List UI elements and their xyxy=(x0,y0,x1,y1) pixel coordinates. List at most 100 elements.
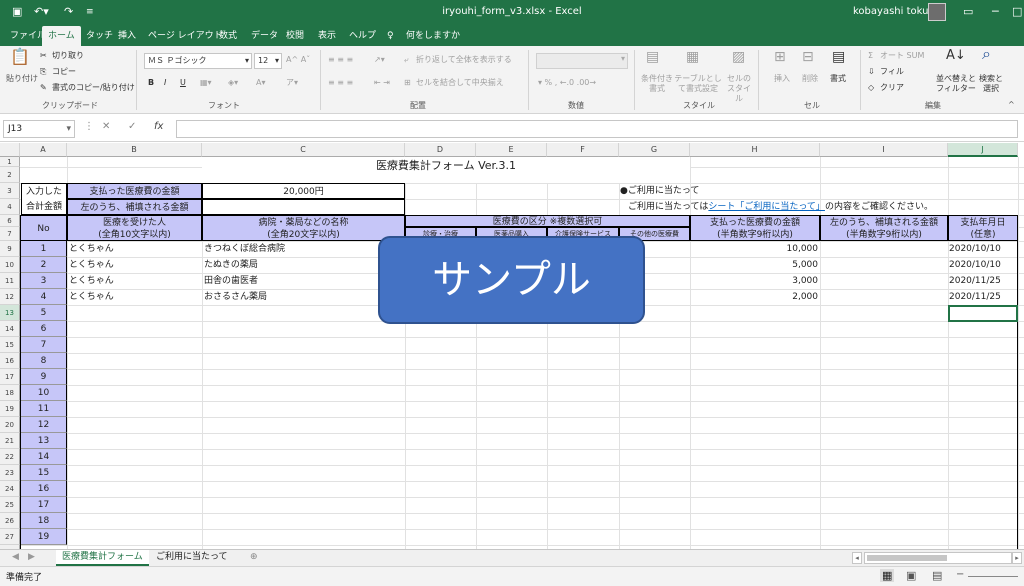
format-cells-button[interactable]: 書式 xyxy=(830,74,846,84)
column-header[interactable]: G xyxy=(619,143,690,157)
fill-color-icon[interactable]: ◈▾ xyxy=(228,78,238,88)
treatment-cell[interactable] xyxy=(407,433,475,449)
column-header[interactable]: F xyxy=(547,143,619,157)
other-cell[interactable] xyxy=(621,337,689,353)
medicine-cell[interactable] xyxy=(478,465,546,481)
tab-help[interactable]: ヘルプ xyxy=(349,30,376,42)
date-cell[interactable] xyxy=(949,513,1018,529)
fill-button[interactable]: フィル xyxy=(880,67,904,77)
paid-cell[interactable] xyxy=(690,433,820,449)
provider-cell[interactable] xyxy=(204,417,404,433)
covered-cell[interactable] xyxy=(820,529,948,545)
tab-home[interactable]: ホーム xyxy=(42,26,81,46)
merge-icon[interactable]: ⊞ xyxy=(404,78,411,88)
minimize-icon[interactable]: ─ xyxy=(992,4,999,20)
covered-cell[interactable] xyxy=(820,449,948,465)
indent-icon[interactable]: ⇤ ⇥ xyxy=(374,78,390,88)
date-cell[interactable] xyxy=(949,481,1018,497)
covered-cell[interactable] xyxy=(820,305,948,321)
date-cell[interactable] xyxy=(949,337,1018,353)
medicine-cell[interactable] xyxy=(478,353,546,369)
date-cell[interactable] xyxy=(949,401,1018,417)
lightbulb-icon[interactable]: ♀ xyxy=(387,30,394,42)
patient-cell[interactable] xyxy=(69,465,201,481)
row-header[interactable]: 25 xyxy=(0,497,20,513)
paid-cell[interactable] xyxy=(690,321,820,337)
fill-icon[interactable]: ⇩ xyxy=(868,67,875,77)
hscroll-left-icon[interactable]: ◂ xyxy=(852,552,862,564)
conditional-format-icon[interactable]: ▤ xyxy=(646,50,659,64)
paid-cell[interactable]: 2,000 xyxy=(690,289,820,305)
tab-insert[interactable]: 挿入 xyxy=(118,30,136,42)
treatment-cell[interactable] xyxy=(407,337,475,353)
care-cell[interactable] xyxy=(549,369,618,385)
treatment-cell[interactable] xyxy=(407,529,475,545)
care-cell[interactable] xyxy=(549,497,618,513)
format-painter-button[interactable]: 書式のコピー/貼り付け xyxy=(52,83,135,93)
care-cell[interactable] xyxy=(549,465,618,481)
tab-view[interactable]: 表示 xyxy=(318,30,336,42)
patient-cell[interactable]: とくちゃん xyxy=(69,257,201,273)
notice-link[interactable]: シート「ご利用に当たって」 xyxy=(708,202,825,212)
medicine-cell[interactable] xyxy=(478,337,546,353)
other-cell[interactable] xyxy=(621,369,689,385)
orientation-icon[interactable]: ↗▾ xyxy=(374,55,385,65)
column-header[interactable]: E xyxy=(476,143,547,157)
row-header[interactable]: 13 xyxy=(0,305,20,321)
other-cell[interactable] xyxy=(621,513,689,529)
medicine-cell[interactable] xyxy=(478,401,546,417)
provider-cell[interactable] xyxy=(204,481,404,497)
covered-cell[interactable] xyxy=(820,337,948,353)
provider-cell[interactable]: おさるさん薬局 xyxy=(204,289,404,305)
row-header[interactable]: 19 xyxy=(0,401,20,417)
medicine-cell[interactable] xyxy=(478,529,546,545)
paid-cell[interactable] xyxy=(690,529,820,545)
patient-cell[interactable] xyxy=(69,513,201,529)
covered-cell[interactable] xyxy=(820,513,948,529)
patient-cell[interactable]: とくちゃん xyxy=(69,289,201,305)
avatar[interactable] xyxy=(928,3,946,21)
covered-cell[interactable] xyxy=(820,273,948,289)
date-cell[interactable] xyxy=(949,433,1018,449)
row-header[interactable]: 4 xyxy=(0,199,20,215)
patient-cell[interactable] xyxy=(69,529,201,545)
date-cell[interactable] xyxy=(949,449,1018,465)
treatment-cell[interactable] xyxy=(407,369,475,385)
autosum-button[interactable]: オート SUM xyxy=(880,51,924,61)
paid-cell[interactable]: 5,000 xyxy=(690,257,820,273)
format-cells-icon[interactable]: ▤ xyxy=(832,50,845,64)
clear-button[interactable]: クリア xyxy=(880,83,904,93)
add-sheet-icon[interactable]: ⊕ xyxy=(244,550,264,566)
provider-cell[interactable] xyxy=(204,433,404,449)
column-header[interactable]: B xyxy=(67,143,202,157)
date-cell[interactable] xyxy=(949,417,1018,433)
insert-cells-icon[interactable]: ⊞ xyxy=(774,50,786,64)
user-name[interactable]: kobayashi tokuo xyxy=(853,6,935,17)
sheet-tab-usage[interactable]: ご利用に当たって xyxy=(150,550,234,566)
restore-icon[interactable]: ▭ xyxy=(963,4,973,20)
find-select-button[interactable]: 検索と選択 xyxy=(976,74,1006,94)
medicine-cell[interactable] xyxy=(478,449,546,465)
column-header[interactable]: H xyxy=(690,143,820,157)
row-header[interactable]: 18 xyxy=(0,385,20,401)
paid-cell[interactable] xyxy=(690,481,820,497)
column-header[interactable]: D xyxy=(405,143,476,157)
sort-filter-icon[interactable]: A↓ xyxy=(946,49,966,62)
other-cell[interactable] xyxy=(621,353,689,369)
covered-cell[interactable] xyxy=(820,369,948,385)
treatment-cell[interactable] xyxy=(407,481,475,497)
patient-cell[interactable] xyxy=(69,337,201,353)
other-cell[interactable] xyxy=(621,529,689,545)
covered-cell[interactable] xyxy=(820,497,948,513)
other-cell[interactable] xyxy=(621,385,689,401)
align-left-icon[interactable]: ≡ ≡ ≡ xyxy=(328,78,353,88)
date-cell[interactable]: 2020/10/10 xyxy=(949,257,1018,273)
paid-cell[interactable] xyxy=(690,385,820,401)
paid-cell[interactable] xyxy=(690,449,820,465)
treatment-cell[interactable] xyxy=(407,385,475,401)
tab-page-layout[interactable]: ページ レイアウト xyxy=(148,30,223,42)
paid-cell[interactable]: 3,000 xyxy=(690,273,820,289)
row-header[interactable]: 15 xyxy=(0,337,20,353)
date-cell[interactable]: 2020/10/10 xyxy=(949,241,1018,257)
bold-icon[interactable]: B xyxy=(148,78,154,88)
